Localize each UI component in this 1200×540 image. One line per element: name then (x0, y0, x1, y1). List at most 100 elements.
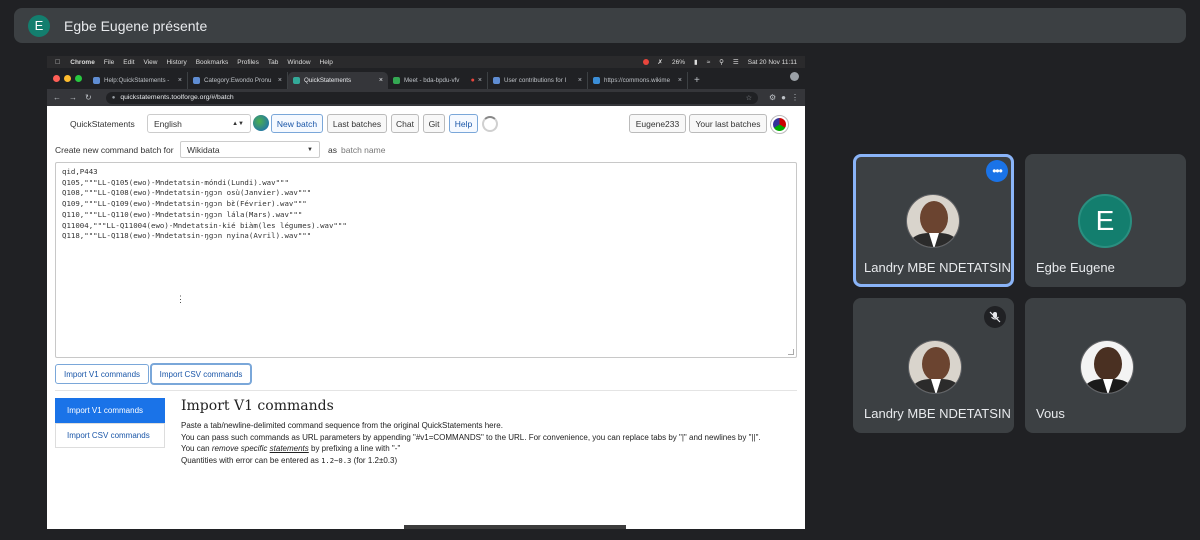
apple-icon[interactable]:  (55, 59, 60, 66)
browser-tab[interactable]: Help:QuickStatements - × (88, 72, 188, 89)
bookmark-star-icon[interactable]: ☆ (746, 94, 752, 102)
import-v1-button[interactable]: Import V1 commands (55, 364, 149, 384)
browser-tab[interactable]: Meet - bda-bpdu-vfv ● × (388, 72, 488, 89)
close-window-icon[interactable] (53, 75, 60, 82)
participant-tile-landry-2[interactable]: Landry MBE NDETATSIN (853, 298, 1014, 433)
minimize-window-icon[interactable] (64, 75, 71, 82)
menu-file[interactable]: File (104, 59, 114, 66)
tab-title: User contributions for I (504, 77, 567, 84)
menu-chrome[interactable]: Chrome (70, 59, 95, 66)
menu-help[interactable]: Help (320, 59, 333, 66)
recording-dot-icon: ● (470, 77, 475, 84)
help-panel: Import V1 commands Paste a tab/newline-d… (181, 398, 791, 466)
menu-history[interactable]: History (166, 59, 186, 66)
participant-name: Landry MBE NDETATSIN (864, 260, 1011, 275)
wiki-favicon-icon (193, 77, 200, 84)
profile-icon[interactable]: ● (781, 93, 786, 102)
tab-close-icon[interactable]: × (478, 77, 482, 84)
participant-name: Egbe Eugene (1036, 260, 1115, 275)
side-tab-import-csv[interactable]: Import CSV commands (55, 423, 165, 448)
statements-link[interactable]: statements (270, 444, 309, 453)
url-input[interactable]: ● quickstatements.toolforge.org/#/batch … (105, 91, 758, 104)
lock-icon[interactable]: ● (112, 95, 116, 101)
menu-window[interactable]: Window (287, 59, 310, 66)
create-batch-label: Create new command batch for (55, 145, 174, 155)
forward-icon[interactable]: → (69, 93, 77, 102)
target-site-select[interactable]: Wikidata ▼ (180, 141, 320, 158)
new-batch-button[interactable]: New batch (271, 114, 323, 133)
git-button[interactable]: Git (423, 114, 445, 133)
tab-close-icon[interactable]: × (379, 77, 383, 84)
tab-search-icon[interactable] (790, 72, 799, 81)
participant-tile-landry[interactable]: ••• Landry MBE NDETATSIN (853, 154, 1014, 287)
meet-favicon-icon (393, 77, 400, 84)
horizontal-scrollbar[interactable] (404, 525, 626, 529)
help-text-3b: remove specific (211, 444, 270, 453)
participant-tile-self[interactable]: Vous (1025, 298, 1186, 433)
back-icon[interactable]: ← (53, 93, 61, 102)
command-line: qid,P443 (62, 167, 98, 176)
command-line: Q109,"""LL-Q109(ewo)-Mndetatsin-ŋgɔn bɛ̀… (62, 199, 307, 209)
menu-view[interactable]: View (144, 59, 158, 66)
record-icon[interactable] (642, 59, 649, 65)
qs-brand[interactable]: QuickStatements (70, 119, 135, 129)
browser-tab[interactable]: User contributions for I × (488, 72, 588, 89)
battery-percent[interactable]: 26% (672, 59, 685, 66)
search-icon[interactable]: ⚲ (719, 58, 724, 66)
as-label: as (328, 145, 337, 155)
menu-profiles[interactable]: Profiles (237, 59, 259, 66)
menu-tab[interactable]: Tab (268, 59, 278, 66)
browser-tab[interactable]: https://commons.wikime × (588, 72, 688, 89)
browser-tabbar: Help:QuickStatements - × Category:Ewondo… (47, 68, 805, 89)
reload-icon[interactable]: ↻ (85, 93, 92, 102)
language-select[interactable]: English ▲▼ (147, 114, 251, 133)
presenter-banner: E Egbe Eugene présente (14, 8, 1186, 43)
commons-favicon-icon (593, 77, 600, 84)
resize-handle-icon[interactable] (788, 349, 794, 355)
command-line: Q11004,"""LL-Q11004(ewo)-Mndetatsin-kié … (62, 220, 347, 230)
language-value: English (154, 118, 182, 129)
help-text-3a: You can (181, 444, 212, 453)
user-button[interactable]: Eugene233 (629, 114, 686, 133)
import-csv-button[interactable]: Import CSV commands (151, 364, 251, 384)
help-button[interactable]: Help (449, 114, 478, 133)
tab-close-icon[interactable]: × (578, 77, 582, 84)
participant-name: Landry MBE NDETATSIN (864, 406, 1011, 421)
select-caret-icon: ▲▼ (232, 120, 244, 127)
participant-photo (1080, 340, 1134, 394)
control-center-icon[interactable]: ☰ (733, 58, 739, 66)
tab-close-icon[interactable]: × (178, 77, 182, 84)
side-tab-import-v1[interactable]: Import V1 commands (55, 398, 165, 423)
tab-title: Help:QuickStatements - (104, 77, 170, 84)
chrome-menu-icon[interactable]: ⋮ (791, 93, 799, 102)
bluetooth-icon[interactable]: ✗ (658, 58, 663, 66)
help-text-1: Paste a tab/newline-delimited command se… (181, 421, 503, 430)
zoom-window-icon[interactable] (75, 75, 82, 82)
participant-photo (908, 340, 962, 394)
participant-tile-egbe[interactable]: E Egbe Eugene (1025, 154, 1186, 287)
battery-icon[interactable]: ▮ (694, 58, 698, 66)
participant-name: Vous (1036, 406, 1065, 421)
batch-name-input[interactable]: batch name (341, 141, 541, 158)
command-line: Q118,"""LL-Q118(ewo)-Mndetatsin-ŋgɔn nyi… (62, 231, 312, 241)
tab-close-icon[interactable]: × (278, 77, 282, 84)
wifi-icon[interactable]: ≈ (707, 59, 711, 66)
more-options-icon[interactable]: ••• (986, 160, 1008, 182)
menu-bookmarks[interactable]: Bookmarks (196, 59, 229, 66)
globe-icon[interactable] (253, 115, 269, 131)
help-text-3: You can remove specific statements by pr… (181, 443, 791, 455)
menu-edit[interactable]: Edit (123, 59, 134, 66)
extension-icon[interactable]: ⚙ (769, 93, 776, 102)
tab-title: QuickStatements (304, 77, 352, 84)
new-tab-icon[interactable]: + (694, 72, 700, 89)
browser-tab[interactable]: Category:Ewondo Pronu × (188, 72, 288, 89)
your-last-batches-button[interactable]: Your last batches (689, 114, 767, 133)
clock[interactable]: Sat 20 Nov 11:11 (748, 59, 797, 66)
chat-button[interactable]: Chat (391, 114, 419, 133)
browser-tab-active[interactable]: QuickStatements × (288, 72, 388, 89)
commands-textarea[interactable]: qid,P443 Q105,"""LL-Q105(ewo)-Mndetatsin… (55, 162, 797, 358)
last-batches-button[interactable]: Last batches (327, 114, 387, 133)
target-value: Wikidata (187, 144, 220, 155)
help-text-4: Quantities with error can be entered as … (181, 455, 791, 467)
tab-close-icon[interactable]: × (678, 77, 682, 84)
